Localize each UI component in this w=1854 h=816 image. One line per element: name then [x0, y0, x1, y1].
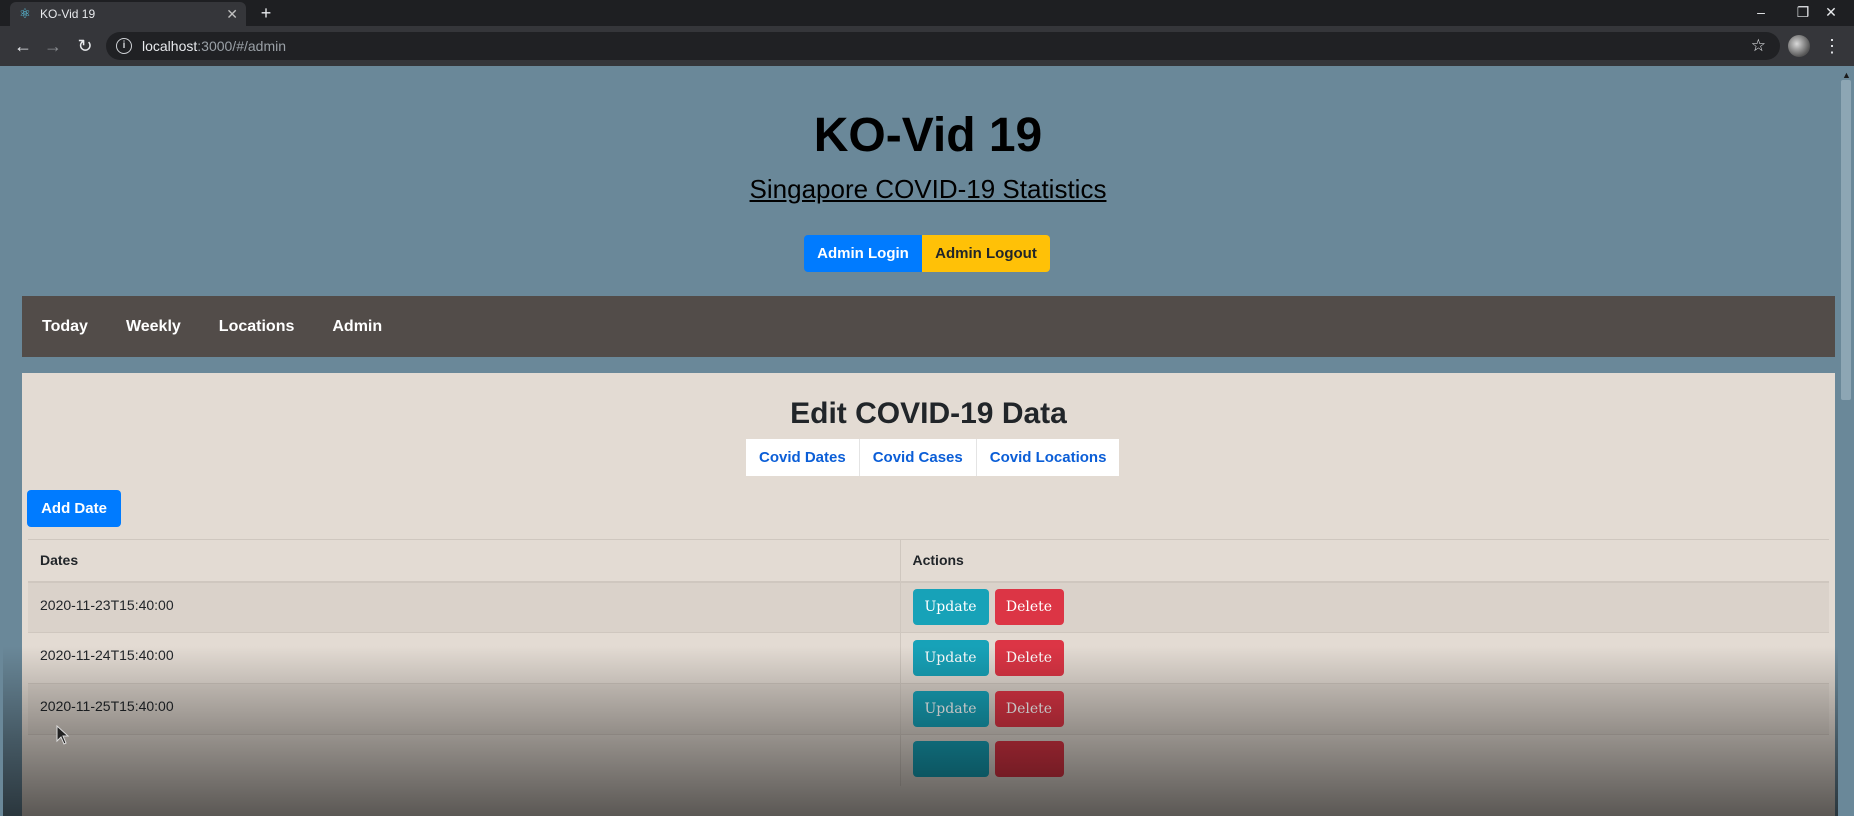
nav-item-weekly[interactable]: Weekly [126, 318, 181, 336]
tab-covid-locations[interactable]: Covid Locations [976, 439, 1120, 476]
page: KO-Vid 19 Singapore COVID-19 Statistics … [3, 66, 1854, 816]
new-tab-button[interactable]: + [256, 2, 276, 24]
delete-button[interactable]: Delete [994, 640, 1064, 676]
site-subtitle[interactable]: Singapore COVID-19 Statistics [3, 174, 1853, 205]
forward-arrow-icon[interactable]: → [40, 34, 66, 58]
column-header-dates: Dates [28, 539, 901, 583]
scroll-up-arrow-icon[interactable]: ▲ [1842, 70, 1851, 80]
column-header-actions: Actions [900, 539, 1829, 583]
close-tab-icon[interactable]: ✕ [226, 6, 238, 23]
table-header-row: Dates Actions [28, 539, 1829, 583]
tab-covid-dates[interactable]: Covid Dates [746, 439, 860, 476]
admin-panel-title: Edit COVID-19 Data [790, 397, 1067, 430]
scrollbar-thumb[interactable] [1841, 80, 1851, 400]
update-button[interactable]: Update [912, 589, 989, 626]
date-cell: 2020-11-24T15:40:00 [28, 632, 901, 684]
add-date-button[interactable]: Add Date [27, 490, 121, 527]
auth-button-group: Admin Login Admin Logout [804, 235, 1050, 272]
tab-covid-cases[interactable]: Covid Cases [859, 439, 977, 476]
back-arrow-icon[interactable]: ← [10, 34, 36, 58]
menu-kebab-icon[interactable]: ⋮ [1820, 34, 1844, 58]
admin-login-button[interactable]: Admin Login [804, 235, 922, 272]
address-bar[interactable]: i localhost:3000/#/admin ☆ [106, 32, 1780, 60]
delete-button[interactable] [994, 740, 1064, 777]
browser-tab[interactable]: ⚛ KO-Vid 19 ✕ [10, 2, 246, 26]
main-nav: Today Weekly Locations Admin [22, 296, 1835, 357]
nav-item-today[interactable]: Today [42, 318, 88, 336]
date-cell [28, 734, 901, 786]
info-icon[interactable]: i [116, 38, 132, 54]
data-tabs: Covid Dates Covid Cases Covid Locations [746, 439, 1120, 476]
tab-title: KO-Vid 19 [40, 7, 96, 21]
minimize-button[interactable]: – [1738, 0, 1784, 26]
url-path: :3000/#/admin [197, 38, 286, 54]
delete-button[interactable]: Delete [994, 691, 1064, 727]
bookmark-star-icon[interactable]: ☆ [1751, 36, 1766, 56]
date-cell: 2020-11-23T15:40:00 [28, 581, 901, 633]
react-icon: ⚛ [19, 6, 31, 21]
actions-cell: Update Delete [900, 683, 1829, 735]
delete-button[interactable]: Delete [994, 589, 1064, 626]
site-title: KO-Vid 19 [813, 109, 1043, 162]
table-row: 2020-11-23T15:40:00 Update Delete [28, 581, 1829, 633]
nav-item-admin[interactable]: Admin [332, 318, 382, 336]
admin-panel: Edit COVID-19 Data Covid Dates Covid Cas… [22, 373, 1835, 816]
url-host: localhost [142, 38, 198, 54]
update-button[interactable]: Update [912, 691, 989, 727]
actions-cell: Update Delete [900, 581, 1829, 633]
update-button[interactable] [912, 740, 989, 777]
table-row [28, 734, 1829, 786]
browser-toolbar: ← → ↻ i localhost:3000/#/admin ☆ ⋮ [0, 26, 1854, 66]
reload-icon[interactable]: ↻ [72, 34, 98, 58]
date-cell: 2020-11-25T15:40:00 [28, 683, 901, 735]
close-window-button[interactable]: ✕ [1808, 0, 1854, 26]
actions-cell: Update Delete [900, 632, 1829, 684]
profile-avatar[interactable] [1788, 35, 1810, 57]
actions-cell [900, 734, 1829, 786]
dates-table: Dates Actions 2020-11-23T15:40:00 Update… [28, 539, 1829, 786]
update-button[interactable]: Update [912, 640, 989, 676]
admin-logout-button[interactable]: Admin Logout [922, 235, 1050, 272]
table-row: 2020-11-24T15:40:00 Update Delete [28, 632, 1829, 684]
page-scrollbar[interactable]: ▲ [1838, 66, 1854, 816]
mouse-cursor-icon [56, 725, 70, 745]
nav-item-locations[interactable]: Locations [219, 318, 295, 336]
browser-tab-bar: ⚛ KO-Vid 19 ✕ + – ❐ ✕ [0, 0, 1854, 26]
table-row: 2020-11-25T15:40:00 Update Delete [28, 683, 1829, 735]
